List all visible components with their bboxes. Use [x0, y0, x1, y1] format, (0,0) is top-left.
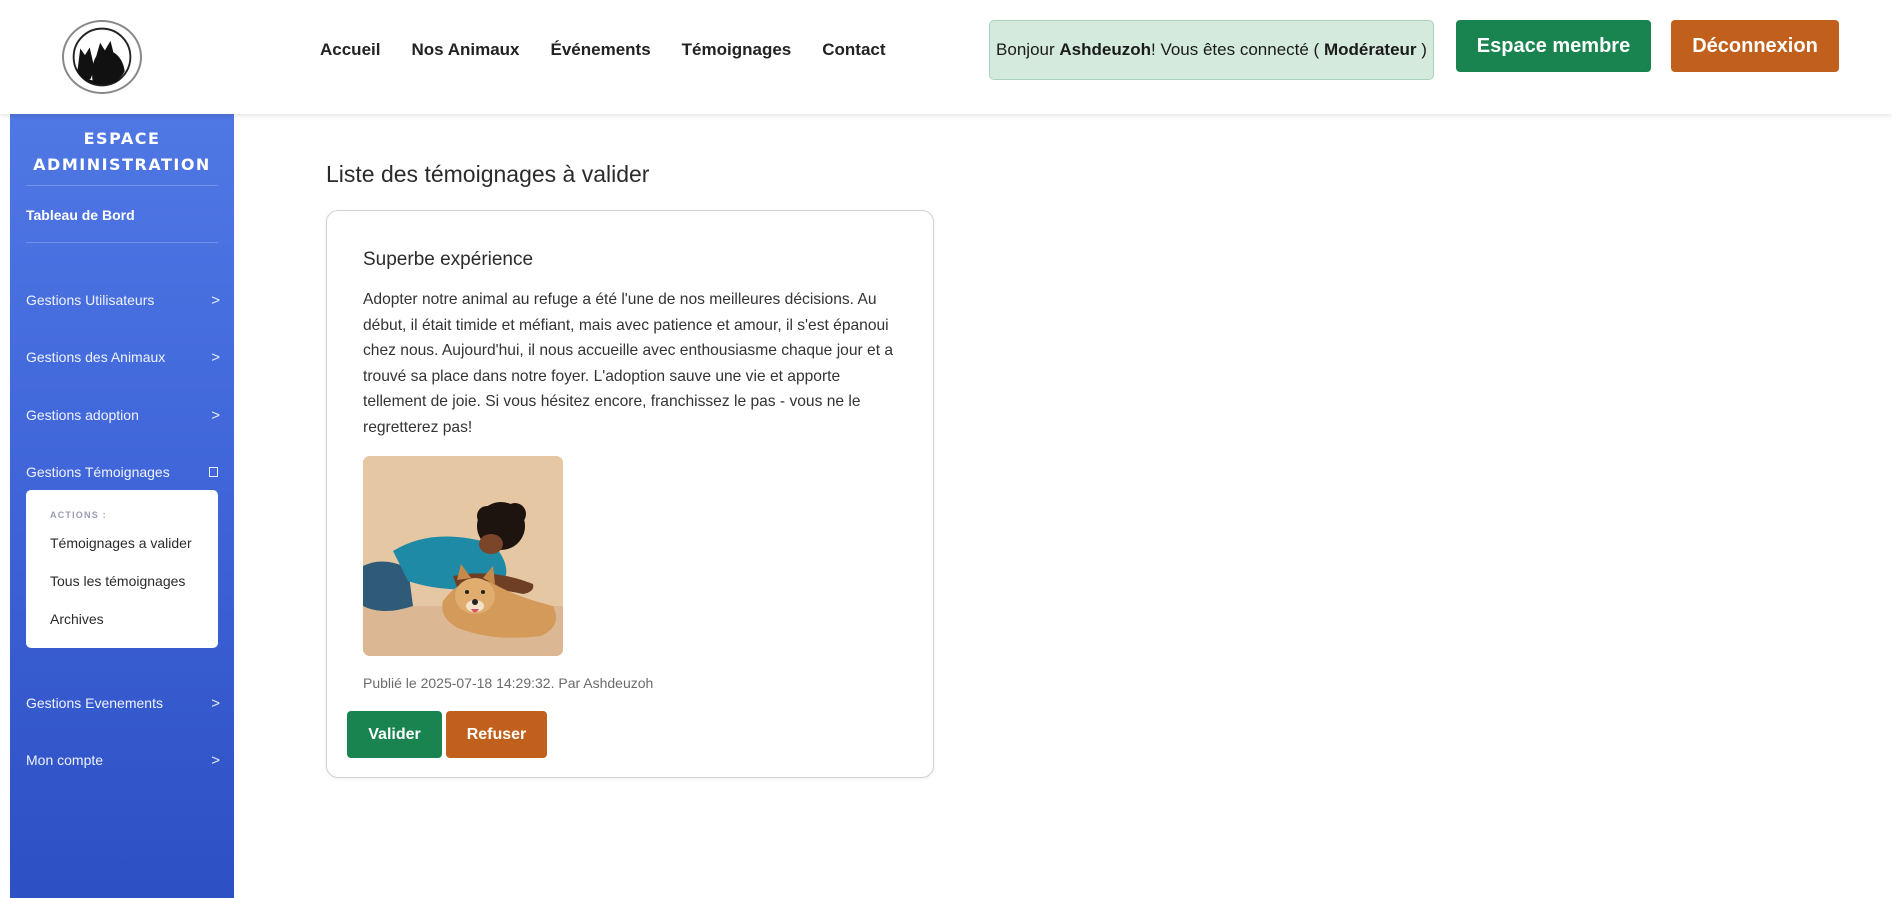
chevron-right-icon: > [211, 406, 220, 424]
sidebar-divider [26, 185, 218, 186]
validate-button[interactable]: Valider [347, 711, 442, 758]
sidebar-item-label: Mon compte [26, 752, 104, 768]
submenu-header: ACTIONS : [50, 510, 107, 520]
logo-icon[interactable] [62, 20, 142, 94]
chevron-right-icon: > [211, 291, 220, 309]
submenu-item-to-validate[interactable]: Témoignages a valider [50, 535, 192, 551]
sidebar-item-users[interactable]: Gestions Utilisateurs > [26, 289, 220, 311]
sidebar-item-label: Gestions Témoignages [26, 464, 170, 480]
welcome-prefix: Bonjour [996, 40, 1055, 59]
testimonial-meta: Publié le 2025-07-18 14:29:32. Par Ashde… [363, 675, 654, 691]
sidebar-dashboard-link[interactable]: Tableau de Bord [26, 207, 135, 223]
sidebar-title-line1: ESPACE [83, 129, 161, 148]
sidebar-item-account[interactable]: Mon compte > [26, 749, 220, 771]
sidebar-item-label: Gestions Utilisateurs [26, 292, 155, 308]
chevron-right-icon: > [211, 751, 220, 769]
member-space-button[interactable]: Espace membre [1456, 20, 1651, 72]
sidebar-item-adoption[interactable]: Gestions adoption > [26, 404, 220, 426]
nav-temoignages[interactable]: Témoignages [682, 40, 792, 60]
welcome-suffix: ) [1421, 40, 1427, 59]
top-header: Accueil Nos Animaux Événements Témoignag… [0, 0, 1892, 114]
nav-evenements[interactable]: Événements [551, 40, 651, 60]
expanded-square-icon [209, 467, 218, 477]
chevron-right-icon: > [211, 348, 220, 366]
welcome-username: Ashdeuzoh [1059, 40, 1151, 59]
sidebar-item-testimonials[interactable]: Gestions Témoignages [26, 461, 220, 483]
nav-accueil[interactable]: Accueil [320, 40, 380, 60]
testimonials-submenu: ACTIONS : Témoignages a valider Tous les… [26, 490, 218, 648]
sidebar-item-events[interactable]: Gestions Evenements > [26, 692, 220, 714]
nav-contact[interactable]: Contact [822, 40, 885, 60]
admin-sidebar: ESPACE ADMINISTRATION Tableau de Bord Ge… [10, 114, 234, 898]
sidebar-item-label: Gestions adoption [26, 407, 139, 423]
sidebar-item-animals[interactable]: Gestions des Animaux > [26, 346, 220, 368]
refuse-button[interactable]: Refuser [446, 711, 547, 758]
testimonial-card: Superbe expérience Adopter notre animal … [326, 210, 934, 778]
logout-button[interactable]: Déconnexion [1671, 20, 1839, 72]
sidebar-title: ESPACE ADMINISTRATION [10, 126, 234, 178]
submenu-item-archives[interactable]: Archives [50, 611, 104, 627]
main-nav: Accueil Nos Animaux Événements Témoignag… [320, 38, 917, 62]
sidebar-title-line2: ADMINISTRATION [33, 155, 211, 174]
welcome-role: Modérateur [1323, 40, 1417, 59]
testimonial-text: Adopter notre animal au refuge a été l'u… [363, 291, 894, 436]
sidebar-divider [26, 242, 218, 243]
chevron-right-icon: > [211, 694, 220, 712]
testimonial-photo [363, 456, 563, 656]
welcome-middle: ! Vous êtes connecté ( [1151, 40, 1320, 59]
page-title: Liste des témoignages à valider [326, 161, 650, 187]
testimonial-title: Superbe expérience [363, 249, 534, 270]
submenu-item-all-testimonials[interactable]: Tous les témoignages [50, 573, 185, 589]
sidebar-item-label: Gestions des Animaux [26, 349, 166, 365]
welcome-banner: Bonjour Ashdeuzoh ! Vous êtes connecté (… [989, 20, 1434, 80]
nav-nos-animaux[interactable]: Nos Animaux [411, 40, 519, 60]
sidebar-item-label: Gestions Evenements [26, 695, 163, 711]
